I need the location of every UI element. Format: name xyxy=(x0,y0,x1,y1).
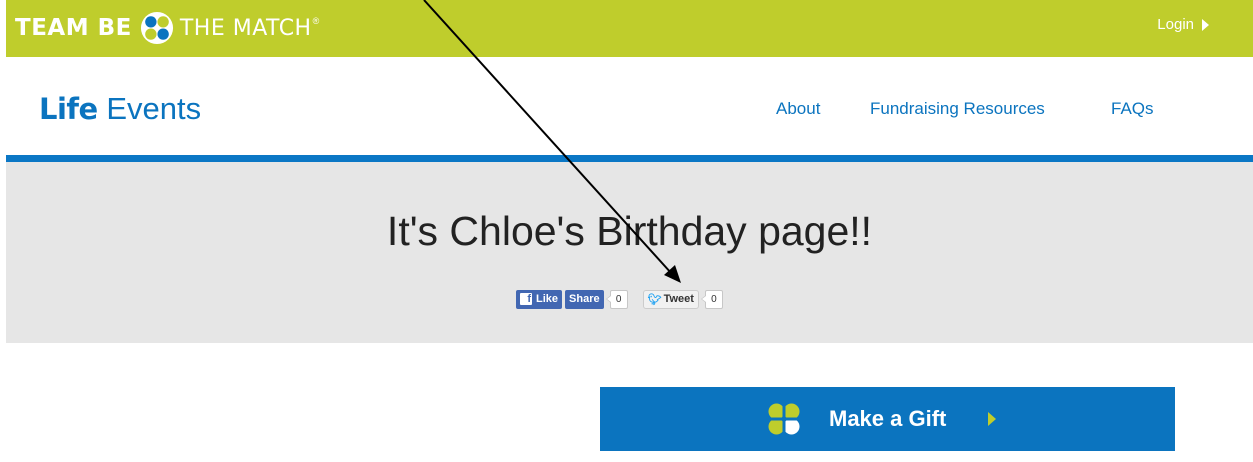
twitter-bird-icon: 🐦︎ xyxy=(647,293,662,306)
facebook-share-label: Share xyxy=(569,293,600,305)
brand-match-text: THE MATCH xyxy=(179,15,312,41)
facebook-share-button[interactable]: Share xyxy=(565,289,604,309)
login-label: Login xyxy=(1157,16,1194,33)
caret-right-icon xyxy=(1202,18,1209,31)
top-brand-bar: TEAM BE THE MATCH ® Login xyxy=(0,0,1253,57)
nav-link-faqs[interactable]: FAQs xyxy=(1111,99,1154,119)
be-the-match-logo-icon xyxy=(766,401,802,437)
page-hero: It's Chloe's Birthday page!! f Like Shar… xyxy=(6,162,1253,343)
login-link[interactable]: Login xyxy=(1157,16,1209,33)
social-share-row: f Like Share 0 🐦︎ Tweet 0 xyxy=(516,288,723,310)
tweet-button[interactable]: 🐦︎ Tweet xyxy=(642,289,699,309)
registered-mark: ® xyxy=(312,16,320,26)
make-a-gift-button[interactable]: Make a Gift xyxy=(600,387,1175,451)
facebook-like-button[interactable]: f Like xyxy=(516,289,563,309)
facebook-share-count: 0 xyxy=(605,289,628,309)
tweet-label: Tweet xyxy=(663,293,694,305)
facebook-icon: f xyxy=(520,293,532,305)
brand-logo-link[interactable]: TEAM BE THE MATCH ® xyxy=(15,10,319,46)
nav-link-fundraising-resources[interactable]: Fundraising Resources xyxy=(870,99,1045,119)
page-title: It's Chloe's Birthday page!! xyxy=(386,208,873,254)
brand-team-text: TEAM BE xyxy=(15,15,132,41)
site-title-light: Events xyxy=(106,91,202,126)
top-brand-bar-background: TEAM BE THE MATCH ® Login xyxy=(6,0,1253,57)
header-divider xyxy=(6,155,1253,162)
nav-link-about[interactable]: About xyxy=(776,99,820,119)
caret-right-icon xyxy=(988,412,996,426)
tweet-count: 0 xyxy=(700,289,723,309)
facebook-like-label: Like xyxy=(536,293,559,305)
site-title-link[interactable]: Life Events xyxy=(39,91,201,127)
site-navbar: Life Events About Fundraising Resources … xyxy=(0,57,1253,155)
make-a-gift-label: Make a Gift xyxy=(829,406,947,431)
site-title-bold: Life xyxy=(39,92,98,126)
be-the-match-logo-icon xyxy=(140,11,173,45)
